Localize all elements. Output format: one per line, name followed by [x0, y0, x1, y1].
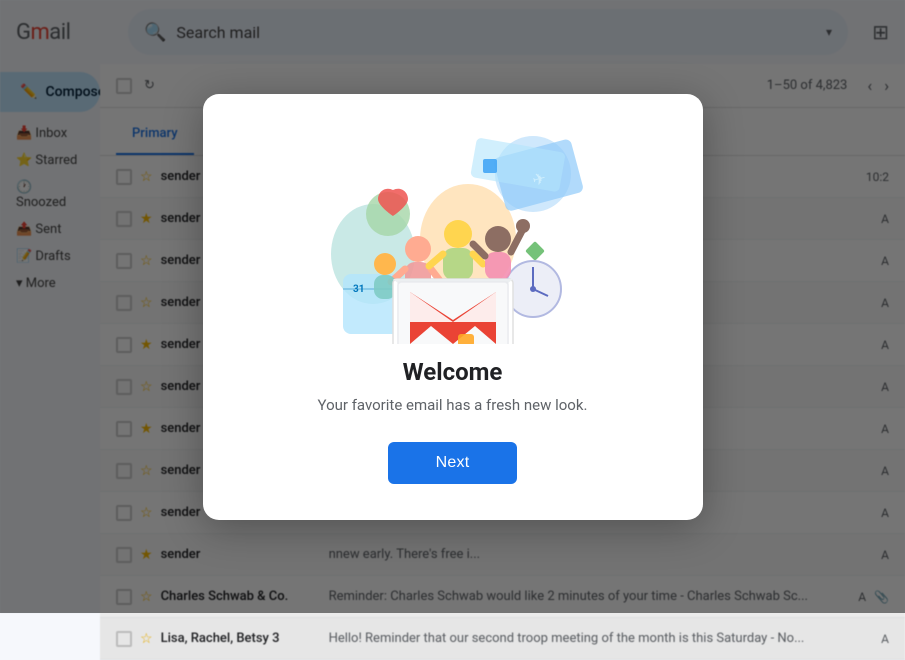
illustration-svg: ✈ 31 — [313, 134, 593, 344]
table-row: ☆ Lisa, Rachel, Betsy 3 Hello! Reminder … — [100, 618, 905, 660]
welcome-dialog: ✈ 31 — [203, 94, 703, 520]
welcome-illustration: ✈ 31 — [313, 134, 593, 334]
modal-overlay: ✈ 31 — [0, 0, 905, 613]
dialog-title: Welcome — [403, 358, 503, 386]
dialog-subtitle: Your favorite email has a fresh new look… — [318, 396, 588, 414]
next-button[interactable]: Next — [388, 442, 518, 484]
